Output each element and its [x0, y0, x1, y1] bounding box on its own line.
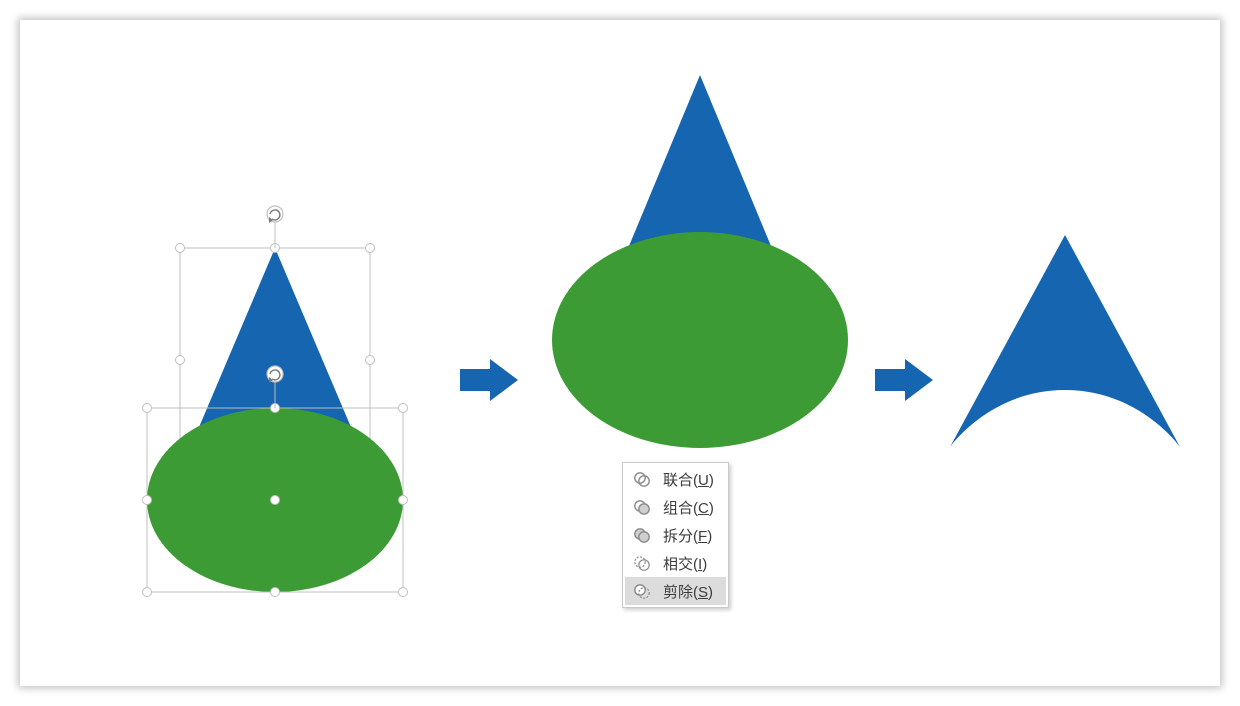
step-1-shapes[interactable] [130, 190, 420, 610]
diagram-canvas: 联合(U) 组合(C) 拆分(F) 相交(I) 剪除(S) [20, 20, 1220, 686]
subtract-icon [631, 580, 653, 602]
menu-label: 组合 [663, 500, 693, 517]
menu-item-intersect[interactable]: 相交(I) [625, 549, 726, 577]
combine-icon [631, 496, 653, 518]
menu-item-combine[interactable]: 组合(C) [625, 493, 726, 521]
menu-item-fragment[interactable]: 拆分(F) [625, 521, 726, 549]
intersect-icon [631, 552, 653, 574]
arrow-1 [460, 355, 520, 405]
union-icon [631, 468, 653, 490]
menu-item-subtract[interactable]: 剪除(S) [625, 577, 726, 605]
fragment-icon [631, 524, 653, 546]
menu-label: 相交 [663, 556, 693, 573]
menu-label: 拆分 [663, 528, 693, 545]
merge-shapes-menu[interactable]: 联合(U) 组合(C) 拆分(F) 相交(I) 剪除(S) [622, 462, 729, 608]
menu-item-union[interactable]: 联合(U) [625, 465, 726, 493]
menu-label: 联合 [663, 472, 693, 489]
arrow-2 [875, 355, 935, 405]
step-3-result [935, 235, 1195, 465]
menu-label: 剪除 [663, 584, 693, 601]
step-2-shapes [540, 65, 860, 455]
